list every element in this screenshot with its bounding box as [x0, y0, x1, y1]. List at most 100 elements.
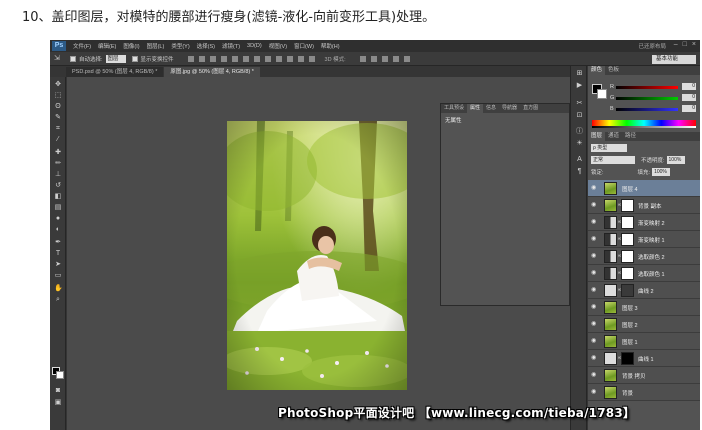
tab-channels[interactable]: 通道 — [605, 132, 622, 141]
lasso-tool-icon[interactable]: ʘ — [54, 103, 62, 110]
menu-select[interactable]: 选择(S) — [197, 42, 215, 50]
layer-row[interactable]: ◉ ∞ 背景 副本 — [588, 197, 700, 214]
doc-tab-original[interactable]: 原图.jpg @ 50% (图层 4, RGB/8) * — [164, 67, 260, 77]
layer-row[interactable]: ◉ 图层 1 — [588, 333, 700, 350]
type-tool-icon[interactable]: T — [54, 250, 62, 257]
3d-slide-icon[interactable] — [392, 55, 399, 62]
doc-tab-psd[interactable]: PSD.psd @ 50% (图层 4, RGB/8) * — [66, 67, 164, 77]
tab-info[interactable]: 信息 — [483, 104, 499, 113]
menu-file[interactable]: 文件(F) — [73, 42, 91, 50]
3d-rotate-icon[interactable] — [359, 55, 366, 62]
layer-mask-thumbnail[interactable] — [621, 267, 634, 280]
menu-3d[interactable]: 3D(D) — [247, 43, 262, 49]
layer-thumbnail[interactable] — [604, 284, 617, 297]
layer-mask-thumbnail[interactable] — [621, 352, 634, 365]
screen-mode-icon[interactable]: ▣ — [54, 399, 62, 406]
history-brush-tool-icon[interactable]: ↺ — [54, 182, 62, 189]
blue-slider[interactable]: B 0 — [610, 105, 698, 113]
align-left-icon[interactable] — [220, 55, 227, 62]
layer-mask-thumbnail[interactable] — [621, 216, 634, 229]
blur-tool-icon[interactable]: ● — [54, 215, 62, 222]
visibility-eye-icon[interactable]: ◉ — [591, 219, 599, 225]
distribute-bottom-icon[interactable] — [275, 55, 282, 62]
maximize-button[interactable]: □ — [683, 41, 687, 48]
visibility-eye-icon[interactable]: ◉ — [591, 185, 599, 191]
canvas-area[interactable]: 工具预设 属性 信息 导航器 直方图 无属性 — [67, 77, 570, 430]
menu-filter[interactable]: 滤镜(T) — [222, 42, 240, 50]
layer-row[interactable]: ◉ ∞ 渐变映射 1 — [588, 231, 700, 248]
tab-histogram[interactable]: 直方图 — [520, 104, 541, 113]
healing-brush-tool-icon[interactable]: ✚ — [54, 149, 62, 156]
layer-row[interactable]: ◉ ∞ 曲线 1 — [588, 350, 700, 367]
tab-navigator[interactable]: 导航器 — [499, 104, 520, 113]
distribute-vcenter-icon[interactable] — [264, 55, 271, 62]
layer-mask-thumbnail[interactable] — [621, 199, 634, 212]
layer-thumbnail[interactable] — [604, 267, 617, 280]
eraser-tool-icon[interactable]: ◧ — [54, 193, 62, 200]
visibility-eye-icon[interactable]: ◉ — [591, 236, 599, 242]
actions-panel-icon[interactable]: ▶ — [575, 82, 584, 90]
tab-tool-presets[interactable]: 工具预设 — [441, 104, 467, 113]
background-color-swatch[interactable] — [56, 371, 64, 379]
layer-thumbnail[interactable] — [604, 386, 617, 399]
crop-tool-icon[interactable]: ⌗ — [54, 125, 62, 132]
brush-tool-icon[interactable]: ✏ — [54, 160, 62, 167]
layer-row[interactable]: ◉ ∞ 渐变映射 2 — [588, 214, 700, 231]
marquee-tool-icon[interactable]: ⬚ — [54, 92, 62, 99]
history-panel-icon[interactable]: ⊞ — [575, 70, 584, 78]
red-slider[interactable]: R 0 — [610, 83, 698, 91]
move-tool-icon[interactable]: ⇲ — [54, 55, 64, 63]
auto-select-checkbox[interactable] — [70, 55, 76, 62]
menu-type[interactable]: 类型(Y) — [171, 42, 189, 50]
layer-mask-thumbnail[interactable] — [621, 233, 634, 246]
layer-thumbnail[interactable] — [604, 318, 617, 331]
3d-roll-icon[interactable] — [370, 55, 377, 62]
visibility-eye-icon[interactable]: ◉ — [591, 202, 599, 208]
menu-image[interactable]: 图像(I) — [123, 42, 139, 50]
visibility-eye-icon[interactable]: ◉ — [591, 253, 599, 259]
layer-thumbnail[interactable] — [604, 369, 617, 382]
dodge-tool-icon[interactable]: ◐ — [54, 226, 62, 233]
brush-presets-icon[interactable]: ⊡ — [575, 112, 584, 120]
layer-mask-thumbnail[interactable] — [621, 284, 634, 297]
tab-color[interactable]: 颜色 — [588, 66, 606, 75]
layer-thumbnail[interactable] — [604, 233, 617, 246]
menu-window[interactable]: 窗口(W) — [294, 42, 314, 50]
layer-thumbnail[interactable] — [604, 352, 617, 365]
hand-tool-icon[interactable]: ✋ — [54, 285, 63, 292]
quick-select-tool-icon[interactable]: ✎ — [54, 114, 62, 121]
layer-thumbnail[interactable] — [604, 199, 617, 212]
green-slider[interactable]: G 0 — [610, 94, 698, 102]
pen-tool-icon[interactable]: ✒ — [54, 239, 62, 246]
document-photo[interactable] — [227, 121, 407, 390]
tab-paths[interactable]: 路径 — [622, 132, 639, 141]
layer-thumbnail[interactable] — [604, 250, 617, 263]
distribute-hcenter-icon[interactable] — [297, 55, 304, 62]
path-select-tool-icon[interactable]: ➤ — [54, 261, 62, 268]
workspace-dropdown[interactable]: 基本功能 — [652, 55, 696, 64]
kind-filter-dropdown[interactable]: ρ 类型 — [591, 143, 627, 152]
color-panel-background[interactable] — [597, 89, 607, 99]
blend-mode-dropdown[interactable]: 正常 — [591, 155, 635, 164]
layer-row[interactable]: ◉ 图层 2 — [588, 316, 700, 333]
3d-pan-icon[interactable] — [381, 55, 388, 62]
layer-thumbnail[interactable] — [604, 182, 617, 195]
visibility-eye-icon[interactable]: ◉ — [591, 389, 599, 395]
zoom-tool-icon[interactable]: ⌕ — [54, 296, 62, 303]
tab-swatches[interactable]: 色板 — [605, 66, 622, 75]
layer-row[interactable]: ◉ 图层 3 — [588, 299, 700, 316]
visibility-eye-icon[interactable]: ◉ — [591, 304, 599, 310]
distribute-right-icon[interactable] — [308, 55, 315, 62]
info-panel-icon[interactable]: ⓘ — [575, 128, 584, 136]
paragraph-panel-icon[interactable]: ¶ — [575, 168, 584, 176]
tab-properties[interactable]: 属性 — [467, 104, 484, 113]
layer-row[interactable]: ◉ 背景 — [588, 384, 700, 401]
clone-stamp-tool-icon[interactable]: ⊥ — [54, 171, 62, 178]
opacity-input[interactable]: 100% — [666, 155, 685, 164]
menu-view[interactable]: 视图(V) — [269, 42, 287, 50]
align-vcenter-icon[interactable] — [198, 55, 205, 62]
visibility-eye-icon[interactable]: ◉ — [591, 338, 599, 344]
layer-row[interactable]: ◉ 图层 4 — [588, 180, 700, 197]
visibility-eye-icon[interactable]: ◉ — [591, 321, 599, 327]
layer-thumbnail[interactable] — [604, 301, 617, 314]
